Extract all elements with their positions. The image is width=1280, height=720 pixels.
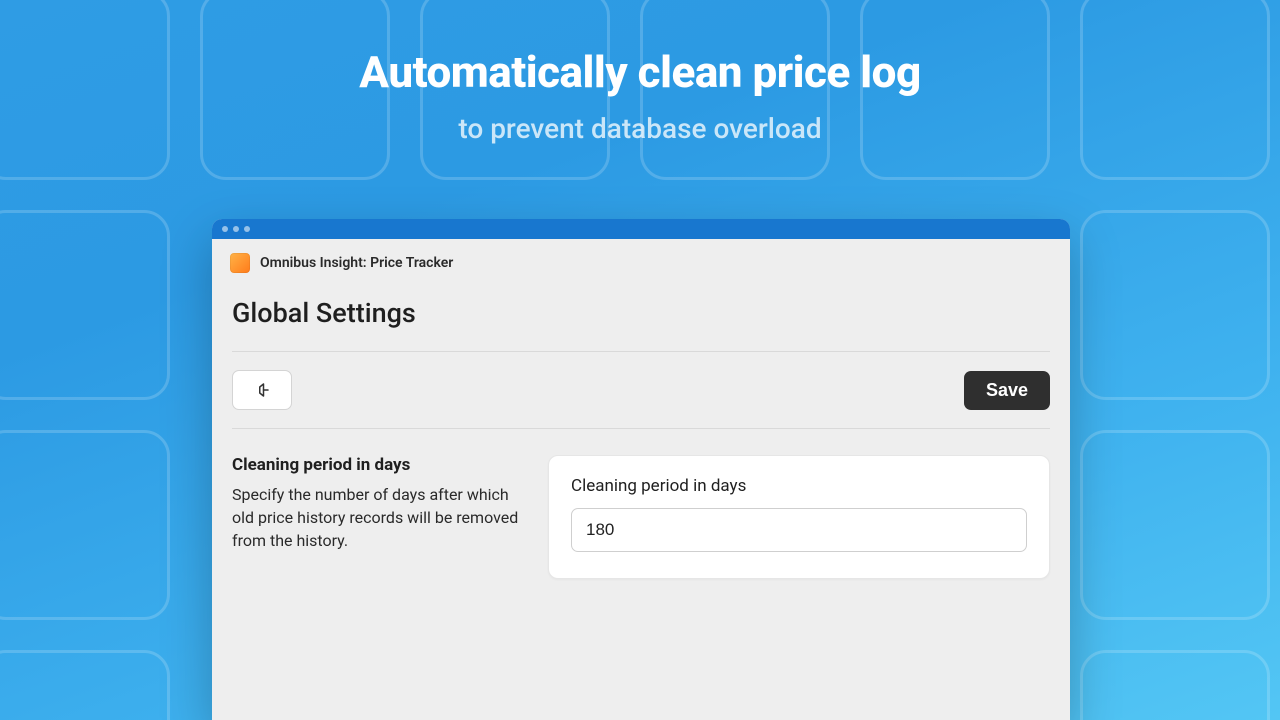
page-body: Global Settings Save Cleaning period in … (212, 297, 1070, 579)
bg-decoration (1080, 210, 1270, 400)
cleaning-period-input[interactable] (571, 508, 1027, 552)
promo-background: Automatically clean price log to prevent… (0, 0, 1280, 720)
save-button[interactable]: Save (964, 371, 1050, 410)
app-header: Omnibus Insight: Price Tracker (212, 239, 1070, 279)
setting-title: Cleaning period in days (232, 455, 522, 475)
hero-section: Automatically clean price log to prevent… (0, 0, 1280, 145)
bg-decoration (0, 210, 170, 400)
hero-subtitle: to prevent database overload (0, 112, 1280, 145)
window-dot (244, 226, 250, 232)
window-dot (222, 226, 228, 232)
setting-card: Cleaning period in days (548, 455, 1050, 579)
setting-description: Specify the number of days after which o… (232, 483, 522, 553)
back-icon (253, 381, 271, 399)
settings-row: Cleaning period in days Specify the numb… (232, 429, 1050, 579)
page-title: Global Settings (232, 297, 1050, 329)
app-window: Omnibus Insight: Price Tracker Global Se… (212, 219, 1070, 720)
back-button[interactable] (232, 370, 292, 410)
window-dot (233, 226, 239, 232)
app-icon (230, 253, 250, 273)
bg-decoration (0, 430, 170, 620)
app-name: Omnibus Insight: Price Tracker (260, 255, 453, 271)
bg-decoration (0, 650, 170, 720)
window-titlebar (212, 219, 1070, 239)
bg-decoration (1080, 650, 1270, 720)
field-label: Cleaning period in days (571, 476, 1027, 496)
bg-decoration (1080, 430, 1270, 620)
setting-info: Cleaning period in days Specify the numb… (232, 455, 522, 579)
toolbar: Save (232, 352, 1050, 428)
hero-title: Automatically clean price log (0, 46, 1280, 98)
